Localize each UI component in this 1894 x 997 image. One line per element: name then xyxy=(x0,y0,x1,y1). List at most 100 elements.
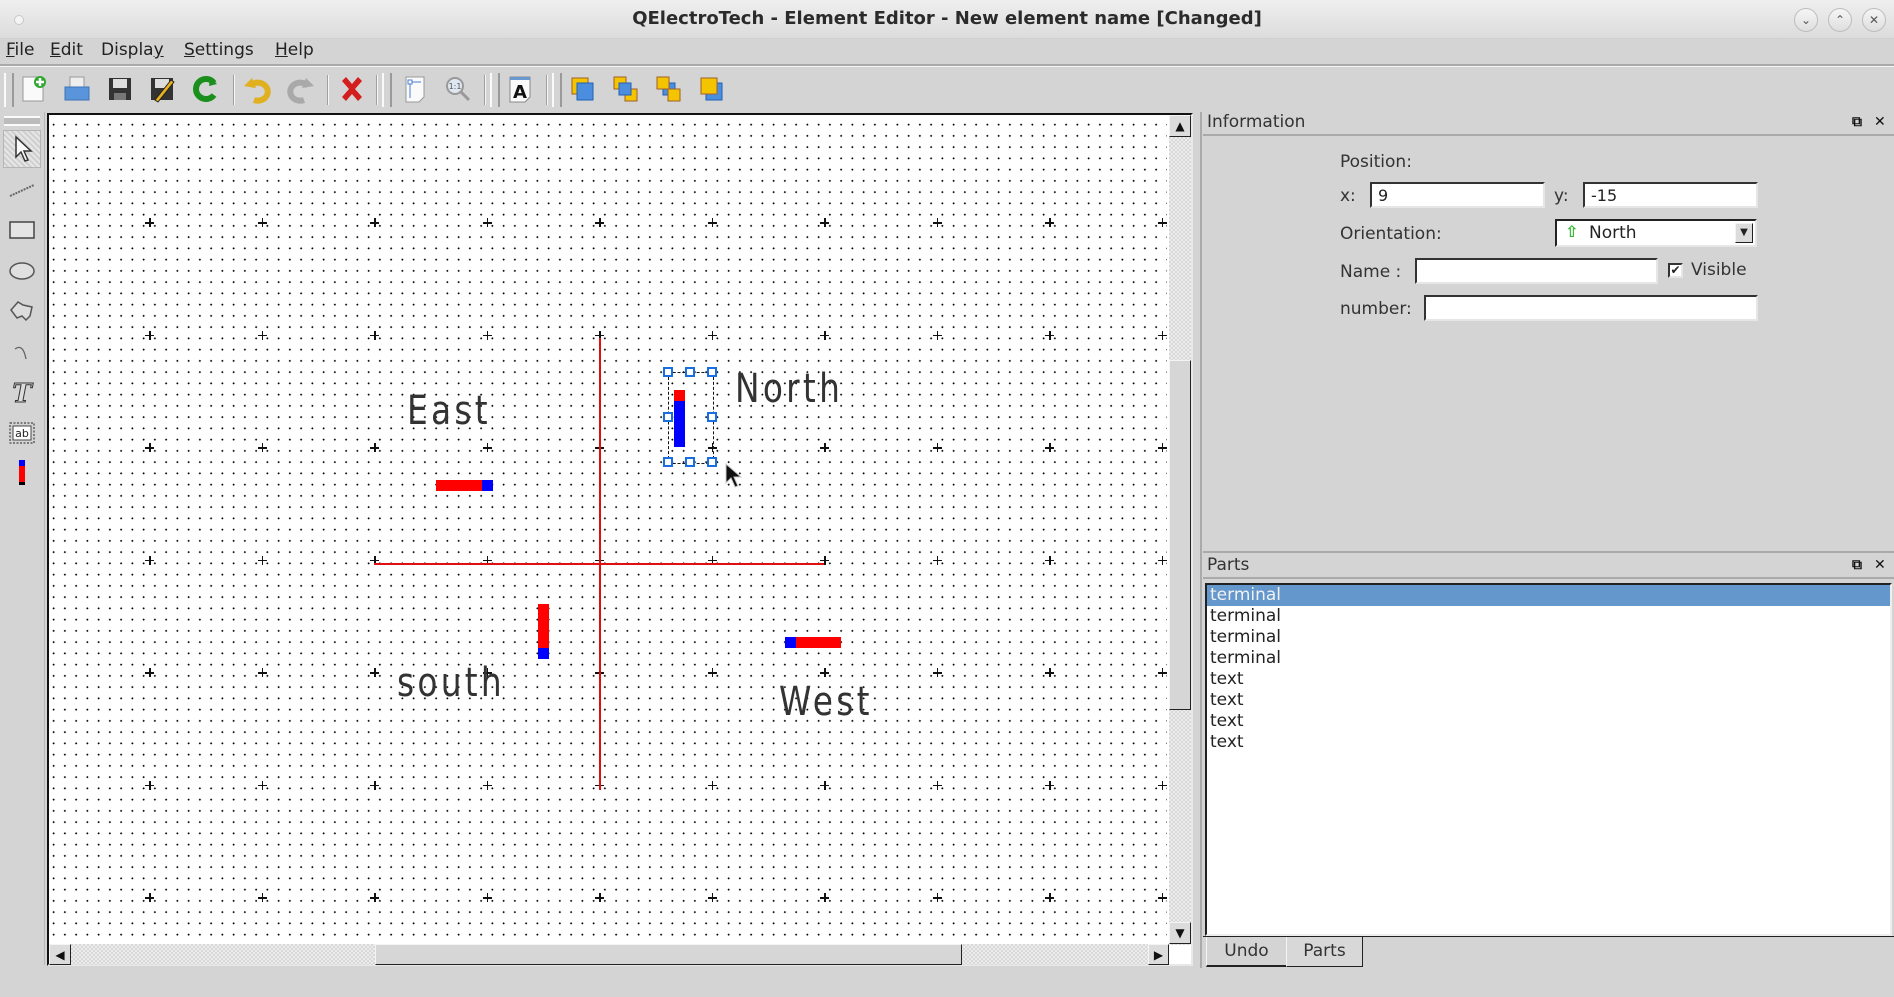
resize-handle-sw[interactable] xyxy=(663,457,673,467)
scroll-up-button[interactable]: ▲ xyxy=(1169,115,1191,137)
visible-checkbox[interactable]: ✔ xyxy=(1668,263,1683,278)
toolbar-handle[interactable] xyxy=(4,73,14,107)
raise-button[interactable] xyxy=(609,72,643,106)
send-to-back-button[interactable] xyxy=(695,72,729,106)
polygon-tool[interactable] xyxy=(3,292,41,330)
grid-cross xyxy=(257,668,267,677)
terminal-south[interactable] xyxy=(538,604,549,659)
grid-cross xyxy=(145,555,154,565)
name-input[interactable] xyxy=(1415,258,1658,284)
arc-tool[interactable] xyxy=(3,333,41,371)
toolbar-separator xyxy=(233,75,235,105)
number-input[interactable] xyxy=(1424,295,1758,321)
scroll-left-button[interactable]: ◀ xyxy=(49,944,71,965)
zoom-fit-button[interactable]: 1:1 xyxy=(441,72,475,106)
list-item[interactable]: terminal xyxy=(1207,648,1890,669)
dock-splitter[interactable] xyxy=(1200,112,1202,968)
menu-display[interactable]: Display xyxy=(101,40,164,60)
list-item[interactable]: text xyxy=(1207,690,1890,711)
scroll-down-button[interactable]: ▼ xyxy=(1169,922,1191,944)
resize-handle-nw[interactable] xyxy=(663,367,673,377)
terminal-west[interactable] xyxy=(785,637,841,648)
close-window-button[interactable]: ✕ xyxy=(1862,8,1886,32)
dock-divider[interactable] xyxy=(1203,551,1894,553)
resize-handle-s[interactable] xyxy=(685,457,695,467)
terminal-body xyxy=(796,637,841,648)
list-item[interactable]: text xyxy=(1207,711,1890,732)
resize-handle-w[interactable] xyxy=(663,412,673,422)
save-button[interactable] xyxy=(103,72,137,106)
rectangle-tool[interactable] xyxy=(3,211,41,249)
toolbar-handle[interactable] xyxy=(490,73,500,107)
grid-cross xyxy=(1045,668,1054,677)
resize-handle-ne[interactable] xyxy=(707,367,717,377)
information-close-button[interactable]: ✕ xyxy=(1874,114,1886,130)
text-field-tool[interactable]: ab xyxy=(3,414,41,452)
parts-float-button[interactable]: ⧉ xyxy=(1852,557,1862,573)
resize-handle-e[interactable] xyxy=(707,412,717,422)
toolbar-handle[interactable] xyxy=(382,73,392,107)
menu-edit[interactable]: Edit xyxy=(50,40,83,60)
list-item[interactable]: text xyxy=(1207,732,1890,753)
grid-cross xyxy=(482,893,492,902)
open-button[interactable] xyxy=(60,72,94,106)
grid-cross xyxy=(1157,218,1167,227)
grid-cross xyxy=(932,780,942,790)
reload-button[interactable] xyxy=(188,72,222,106)
redo-button[interactable] xyxy=(284,72,318,106)
grid-cross xyxy=(820,668,829,677)
bring-to-front-button[interactable] xyxy=(566,72,600,106)
grid-cross xyxy=(932,893,942,902)
list-item[interactable]: terminal xyxy=(1207,606,1890,627)
select-tool[interactable] xyxy=(3,130,41,168)
save-as-button[interactable] xyxy=(145,72,179,106)
edit-size-hotspot-button[interactable] xyxy=(398,72,432,106)
new-element-button[interactable] xyxy=(16,72,50,106)
ellipse-tool[interactable] xyxy=(3,252,41,290)
y-position-input[interactable] xyxy=(1583,182,1758,208)
scroll-right-button[interactable]: ▶ xyxy=(1148,944,1169,965)
menu-help[interactable]: Help xyxy=(275,40,314,60)
grid-cross xyxy=(1045,780,1054,790)
undo-button[interactable] xyxy=(240,72,274,106)
list-item[interactable]: text xyxy=(1207,669,1890,690)
menu-settings[interactable]: Settings xyxy=(184,40,254,60)
minimize-button[interactable]: ⌄ xyxy=(1794,8,1818,32)
terminal-tool[interactable] xyxy=(3,454,41,492)
palette-handle[interactable] xyxy=(4,116,40,126)
list-item[interactable]: terminal xyxy=(1207,585,1890,606)
tab-undo[interactable]: Undo xyxy=(1206,937,1286,967)
grid-cross xyxy=(1045,443,1054,452)
arc-icon xyxy=(14,346,27,360)
text-north[interactable]: North xyxy=(735,369,843,409)
x-position-input[interactable] xyxy=(1370,182,1545,208)
terminal-east[interactable] xyxy=(436,480,493,491)
text-tool[interactable]: T xyxy=(3,373,41,411)
menu-file[interactable]: File xyxy=(6,40,34,60)
resize-handle-n[interactable] xyxy=(685,367,695,377)
toolbar-handle[interactable] xyxy=(552,73,562,107)
grid-cross xyxy=(482,218,492,227)
resize-handle-se[interactable] xyxy=(707,457,717,467)
horizontal-scrollbar-thumb[interactable] xyxy=(375,944,962,965)
delete-button[interactable] xyxy=(335,72,369,106)
list-item[interactable]: terminal xyxy=(1207,627,1890,648)
chevron-down-icon[interactable]: ▼ xyxy=(1735,223,1753,243)
parts-close-button[interactable]: ✕ xyxy=(1874,557,1886,573)
maximize-button[interactable]: ⌃ xyxy=(1828,8,1852,32)
vertical-scrollbar-thumb[interactable] xyxy=(1169,360,1191,710)
terminal-body xyxy=(538,604,549,648)
text-east[interactable]: East xyxy=(407,391,491,431)
text-west[interactable]: West xyxy=(779,682,873,722)
orientation-select[interactable]: ⇧ North ▼ xyxy=(1555,219,1757,247)
information-float-button[interactable]: ⧉ xyxy=(1852,114,1862,130)
parts-list[interactable]: terminal terminal terminal terminal text… xyxy=(1205,583,1892,936)
drawing-canvas[interactable]: East North south West xyxy=(49,115,1167,945)
position-label: Position: xyxy=(1340,152,1412,172)
edit-author-info-button[interactable]: A xyxy=(503,72,537,106)
line-tool[interactable] xyxy=(3,171,41,209)
tab-parts[interactable]: Parts xyxy=(1286,937,1363,967)
text-south[interactable]: south xyxy=(397,663,505,703)
lower-button[interactable] xyxy=(652,72,686,106)
grid-cross xyxy=(820,893,829,902)
